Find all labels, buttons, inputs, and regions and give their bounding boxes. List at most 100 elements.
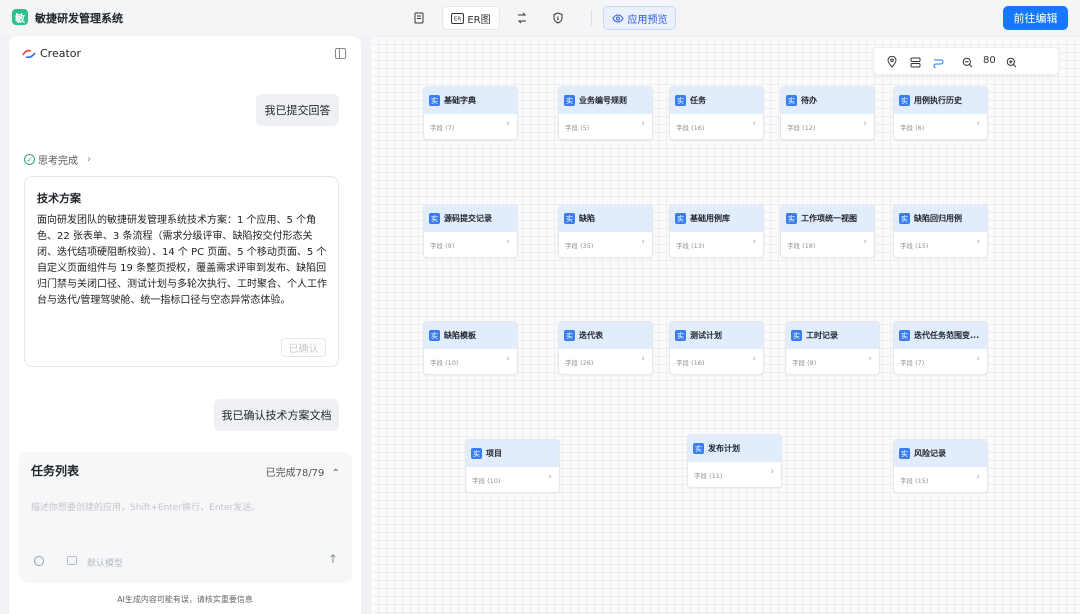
chevron-right-icon[interactable]: › [863, 119, 867, 129]
er-icon: ER [451, 12, 465, 24]
chevron-right-icon[interactable]: › [770, 467, 774, 477]
entity-field-count: 字段 (7) [430, 124, 455, 132]
app-title: 敏捷研发管理系统 [35, 12, 123, 25]
flow-view-button[interactable] [507, 6, 537, 30]
entity-header: 实发布计划 [688, 435, 781, 462]
entity-name: 测试计划 [690, 331, 722, 340]
entity-field-count: 字段 (9) [430, 242, 455, 250]
entity-name: 发布计划 [708, 444, 740, 453]
document-view-button[interactable] [404, 6, 434, 30]
er-diagram-label: ER图 [467, 14, 491, 26]
entity-card[interactable]: 实任务 字段 (16) › [669, 86, 764, 140]
entity-header: 实业务编号规则 [559, 87, 652, 114]
entity-card[interactable]: 实缺陷模板字段 (10) › [423, 321, 518, 375]
entity-table-icon: 实 [675, 330, 686, 341]
entity-name: 业务编号规则 [579, 96, 627, 105]
entity-header: 实迭代表 [559, 322, 652, 349]
entity-name: 源码提交记录 [444, 214, 492, 223]
chevron-right-icon[interactable]: › [506, 119, 510, 129]
entity-card[interactable]: 实迭代表 字段 (26) › [558, 321, 653, 375]
zoom-out-icon[interactable] [960, 55, 974, 69]
document-icon [414, 12, 424, 24]
chevron-right-icon[interactable]: › [752, 354, 756, 364]
chevron-right-icon[interactable]: › [641, 119, 645, 129]
chevron-right-icon[interactable]: › [976, 119, 980, 129]
collapse-panel-icon[interactable] [335, 48, 346, 59]
chevron-right-icon[interactable]: › [641, 237, 645, 247]
entity-field-count: 字段 (18) [787, 242, 816, 250]
entity-field-count: 字段 (16) [676, 359, 705, 367]
app-logo: 敏 [12, 9, 28, 25]
entity-field-count: 字段 (10) [430, 359, 459, 367]
entity-card[interactable]: 实缺陷回归用例字段 (15) › [893, 204, 988, 258]
entity-header: 实缺陷回归用例 [894, 205, 987, 232]
entity-card[interactable]: 实项目字段 (10) › [465, 439, 560, 493]
entity-table-icon: 实 [564, 95, 575, 106]
chat-input[interactable]: 描述你想要创建的应用，Shift+Enter换行，Enter发送。 [31, 500, 341, 513]
entity-name: 迭代任务范围变... [914, 331, 980, 340]
zoom-level: 80 [983, 55, 996, 66]
chevron-up-icon: ⌃ [331, 468, 340, 479]
entity-card[interactable]: 实工作项统一视图 字段 (18) › [780, 204, 875, 258]
entity-field-count: 字段 (10) [472, 477, 501, 485]
thinking-status[interactable]: ✓ 思考完成 › [24, 152, 91, 167]
entity-card[interactable]: 实缺陷 字段 (35) › [558, 204, 653, 258]
chevron-right-icon[interactable]: › [506, 354, 510, 364]
chevron-right-icon[interactable]: › [976, 472, 980, 482]
entity-card[interactable]: 实用例执行历史字段 (6) › [893, 86, 988, 140]
entity-card[interactable]: 实迭代任务范围变... 字段 (7) › [893, 321, 988, 375]
entity-field-count: 字段 (15) [900, 242, 929, 250]
entity-header: 实项目 [466, 440, 559, 467]
chevron-right-icon[interactable]: › [548, 472, 552, 482]
entity-card[interactable]: 实测试计划字段 (16) › [669, 321, 764, 375]
entity-header: 实基础用例库 [670, 205, 763, 232]
go-edit-button[interactable]: 前往编辑 [1003, 6, 1068, 30]
entity-card[interactable]: 实基础字典字段 (7) › [423, 86, 518, 140]
send-icon[interactable]: ↑ [328, 552, 338, 566]
chevron-right-icon[interactable]: › [976, 237, 980, 247]
permission-view-button[interactable]: $ [543, 6, 573, 30]
task-progress[interactable]: 已完成78/79 ⌃ [266, 464, 340, 479]
chevron-right-icon[interactable]: › [641, 354, 645, 364]
entity-header: 实工时记录 [786, 322, 879, 349]
entity-table-icon: 实 [429, 213, 440, 224]
chevron-right-icon[interactable]: › [868, 354, 872, 364]
entity-field-count: 字段 (6) [900, 124, 925, 132]
entity-name: 迭代表 [579, 331, 603, 340]
entity-table-icon: 实 [899, 448, 910, 459]
app-preview-button[interactable]: 应用预览 [603, 6, 676, 30]
chevron-right-icon[interactable]: › [863, 237, 867, 247]
entity-card[interactable]: 实基础用例库 字段 (13) › [669, 204, 764, 258]
entity-card[interactable]: 实源码提交记录字段 (9) › [423, 204, 518, 258]
layout-icon[interactable] [908, 55, 922, 69]
entity-name: 缺陷模板 [444, 331, 476, 340]
entity-header: 实基础字典 [424, 87, 517, 114]
entity-card[interactable]: 实工时记录 字段 (8) › [785, 321, 880, 375]
entity-card[interactable]: 实待办 字段 (12) › [780, 86, 875, 140]
chevron-right-icon[interactable]: › [752, 119, 756, 129]
er-diagram-tab[interactable]: ER ER图 [442, 6, 500, 30]
entity-field-count: 字段 (12) [787, 124, 816, 132]
task-progress-text: 已完成78/79 [265, 468, 325, 479]
entity-card[interactable]: 实发布计划 字段 (11) › [687, 434, 782, 488]
chevron-right-icon[interactable]: › [506, 237, 510, 247]
entity-table-icon: 实 [791, 330, 802, 341]
entity-table-icon: 实 [564, 330, 575, 341]
entity-table-icon: 实 [899, 95, 910, 106]
entity-header: 实源码提交记录 [424, 205, 517, 232]
attachment-icon[interactable] [31, 553, 47, 569]
entity-table-icon: 实 [429, 330, 440, 341]
chevron-right-icon[interactable]: › [752, 237, 756, 247]
entity-name: 用例执行历史 [914, 96, 962, 105]
model-icon[interactable] [67, 556, 77, 565]
zoom-in-icon[interactable] [1004, 55, 1018, 69]
entity-table-icon: 实 [899, 213, 910, 224]
model-selector[interactable]: 默认模型 [87, 556, 123, 569]
entity-card[interactable]: 实风险记录 字段 (15) › [893, 439, 988, 493]
entity-card[interactable]: 实业务编号规则 字段 (5) › [558, 86, 653, 140]
shield-icon: $ [553, 12, 563, 24]
chevron-right-icon[interactable]: › [976, 354, 980, 364]
entity-field-count: 字段 (35) [565, 242, 594, 250]
relation-icon[interactable] [931, 55, 945, 69]
location-pin-icon[interactable] [885, 55, 899, 69]
